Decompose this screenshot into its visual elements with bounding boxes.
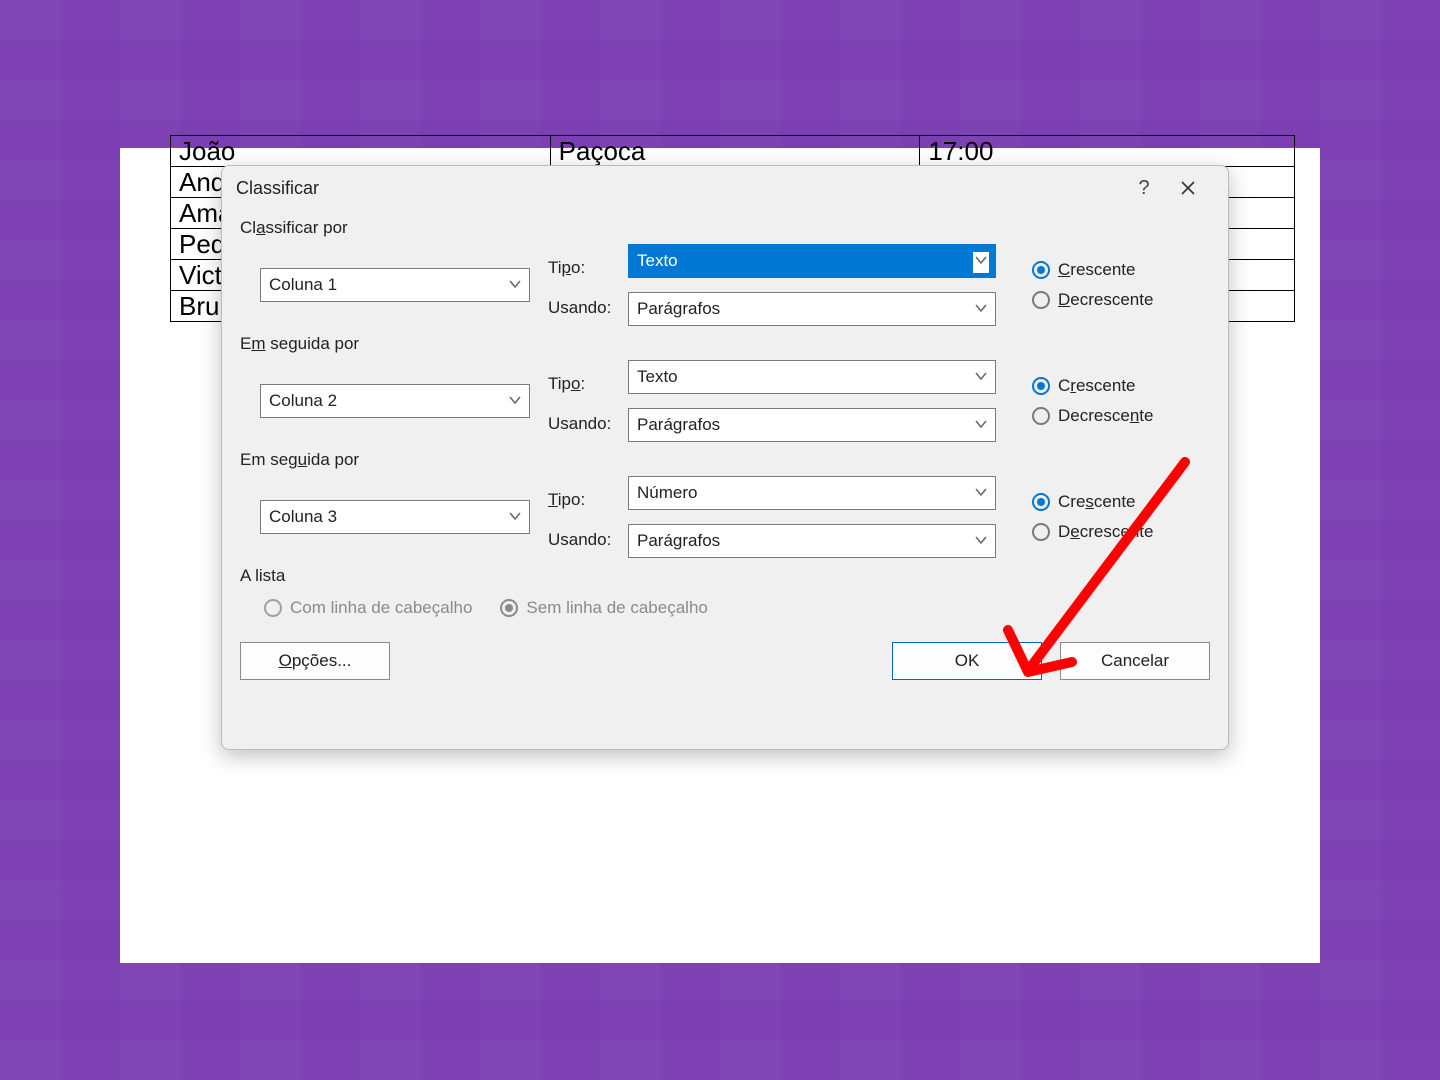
chevron-down-icon <box>973 484 989 505</box>
sort-column-3[interactable]: Coluna 3 <box>260 500 530 534</box>
sort-column-2[interactable]: Coluna 2 <box>260 384 530 418</box>
radio-header-no[interactable]: Sem linha de cabeçalho <box>500 598 707 618</box>
type-label-3: Tipo: <box>548 484 628 510</box>
radio-desc-3[interactable]: Decrescente <box>1032 522 1228 542</box>
chevron-down-icon <box>507 508 523 529</box>
sort-type-3[interactable]: Número <box>628 476 996 510</box>
close-icon <box>1180 180 1196 196</box>
sort-using-1[interactable]: Parágrafos <box>628 292 996 326</box>
group-label-sort-by: Classificar por <box>238 210 1212 244</box>
help-button[interactable]: ? <box>1122 168 1166 208</box>
radio-asc-3[interactable]: Crescente <box>1032 492 1228 512</box>
group-label-then-by-1: Em seguida por <box>238 326 1212 360</box>
sort-dialog: Classificar ? Classificar por Coluna 1 T… <box>221 165 1229 750</box>
radio-desc-2[interactable]: Decrescente <box>1032 406 1228 426</box>
ok-button[interactable]: OK <box>892 642 1042 680</box>
radio-asc-1[interactable]: Crescente <box>1032 260 1228 280</box>
dialog-title: Classificar <box>236 178 319 199</box>
chevron-down-icon <box>973 300 989 321</box>
close-button[interactable] <box>1166 168 1210 208</box>
sort-using-3[interactable]: Parágrafos <box>628 524 996 558</box>
radio-desc-1[interactable]: Decrescente <box>1032 290 1228 310</box>
type-label-1: Tipo: <box>548 252 628 278</box>
options-button[interactable]: Opções... <box>240 642 390 680</box>
chevron-down-icon <box>973 416 989 437</box>
sort-type-2[interactable]: Texto <box>628 360 996 394</box>
type-label-2: Tipo: <box>548 368 628 394</box>
chevron-down-icon <box>973 368 989 389</box>
chevron-down-icon <box>507 392 523 413</box>
radio-header-yes[interactable]: Com linha de cabeçalho <box>264 598 472 618</box>
sort-using-2[interactable]: Parágrafos <box>628 408 996 442</box>
cell-food[interactable]: Paçoca <box>550 136 920 167</box>
table-row: João Paçoca 17:00 <box>171 136 1295 167</box>
using-label-2: Usando: <box>548 408 628 434</box>
titlebar: Classificar ? <box>222 166 1228 210</box>
chevron-down-icon <box>973 252 989 273</box>
sort-type-1[interactable]: Texto <box>628 244 996 278</box>
sort-column-1[interactable]: Coluna 1 <box>260 268 530 302</box>
chevron-down-icon <box>973 532 989 553</box>
radio-asc-2[interactable]: Crescente <box>1032 376 1228 396</box>
chevron-down-icon <box>507 276 523 297</box>
using-label-1: Usando: <box>548 292 628 318</box>
using-label-3: Usando: <box>548 524 628 550</box>
cancel-button[interactable]: Cancelar <box>1060 642 1210 680</box>
list-group-label: A lista <box>238 558 1212 592</box>
group-label-then-by-2: Em seguida por <box>238 442 1212 476</box>
cell-time[interactable]: 17:00 <box>920 136 1295 167</box>
cell-name[interactable]: João <box>171 136 551 167</box>
